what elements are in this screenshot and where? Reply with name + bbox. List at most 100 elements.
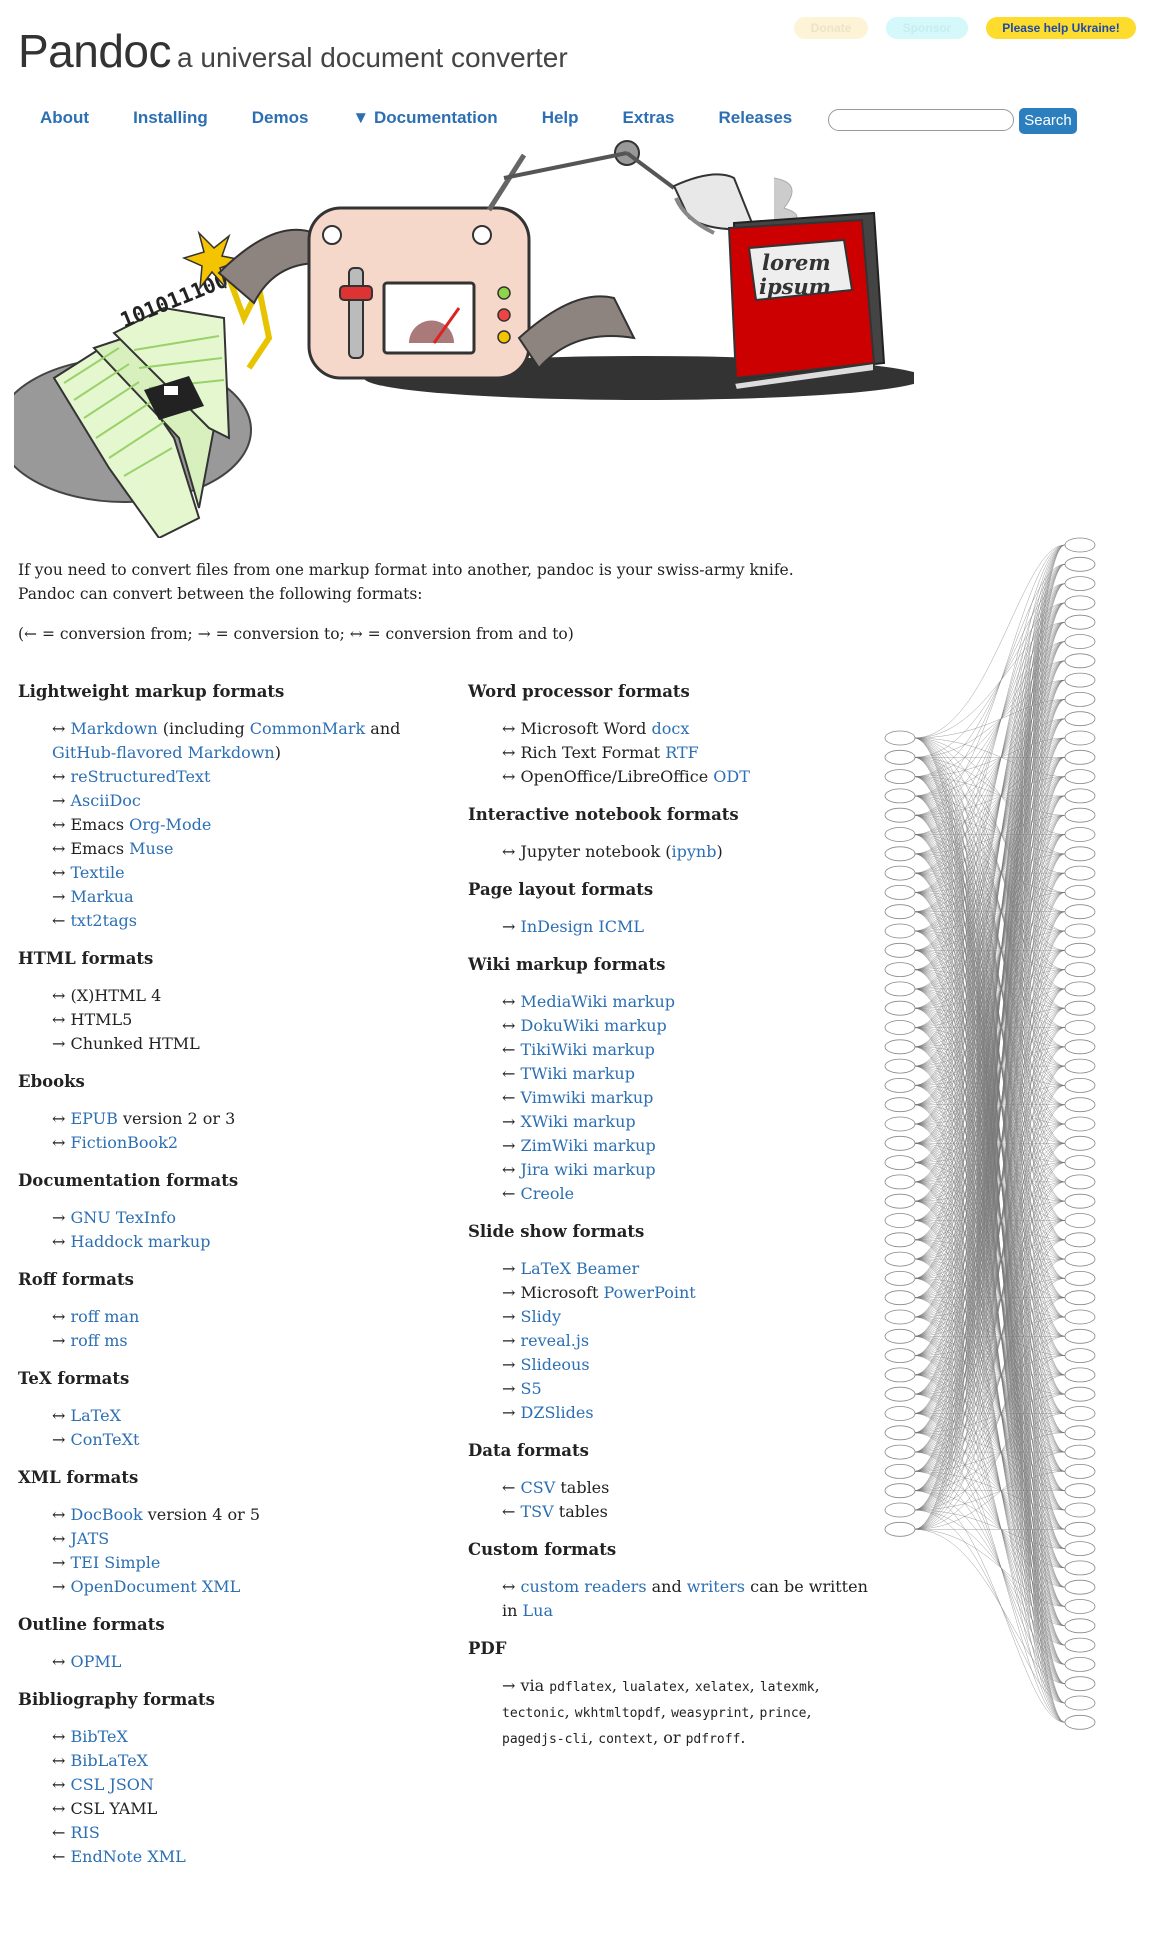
input-format-node [884,1078,916,1093]
search-input[interactable] [828,109,1014,131]
output-format-node [1064,1213,1096,1228]
help-ukraine-button[interactable]: Please help Ukraine! [986,17,1136,39]
format-item: ↔ CSL YAML [52,1797,428,1821]
output-format-node [1064,942,1096,958]
format-link-mediawiki-markup[interactable]: MediaWiki markup [521,992,676,1011]
format-link-org-mode[interactable]: Org-Mode [129,815,211,834]
format-link-jats[interactable]: JATS [71,1529,110,1548]
item-text: ↔ [502,1160,521,1179]
nav-installing[interactable]: Installing [133,108,208,128]
format-link-jira-wiki-markup[interactable]: Jira wiki markup [521,1160,656,1179]
format-link-dzslides[interactable]: DZSlides [521,1403,594,1422]
format-item: ↔ BibLaTeX [52,1749,428,1773]
format-link-muse[interactable]: Muse [129,839,173,858]
format-link-slidy[interactable]: Slidy [521,1307,561,1326]
item-text: ↔ (X)HTML 4 [52,986,162,1005]
format-link-xwiki-markup[interactable]: XWiki markup [521,1112,636,1131]
format-list: ← CSV tables ← TSV tables [502,1476,878,1524]
format-link-commonmark[interactable]: CommonMark [250,719,365,738]
nav-demos[interactable]: Demos [252,108,309,128]
category-roff-formats: Roff formats [18,1270,134,1289]
format-link-rtf[interactable]: RTF [665,743,699,762]
format-link-dokuwiki-markup[interactable]: DokuWiki markup [521,1016,667,1035]
format-link-bibtex[interactable]: BibTeX [71,1727,128,1746]
nav-about[interactable]: About [40,108,89,128]
format-link-csl-json[interactable]: CSL JSON [71,1775,154,1794]
format-link-opml[interactable]: OPML [71,1652,122,1671]
format-link-asciidoc[interactable]: AsciiDoc [71,791,141,810]
format-link-creole[interactable]: Creole [521,1184,575,1203]
format-link-custom-readers[interactable]: custom readers [521,1577,647,1596]
format-link-slideous[interactable]: Slideous [521,1355,590,1374]
format-link-opendocument-xml[interactable]: OpenDocument XML [71,1577,241,1596]
site-tagline: a universal document converter [177,42,568,73]
output-format-node [1064,749,1096,765]
format-item: → LaTeX Beamer [502,1257,878,1281]
nav-extras[interactable]: Extras [623,108,675,128]
output-format-node [1064,1039,1096,1055]
item-text: , or [653,1728,686,1747]
format-link-csv[interactable]: CSV [521,1478,556,1497]
format-link-docbook[interactable]: DocBook [71,1505,143,1524]
format-link-markua[interactable]: Markua [71,887,134,906]
format-link-markdown[interactable]: Markdown [71,719,158,738]
format-link-tikiwiki-markup[interactable]: TikiWiki markup [521,1040,655,1059]
nav-releases[interactable]: Releases [719,108,793,128]
format-link-biblatex[interactable]: BibLaTeX [71,1751,149,1770]
format-link-reveal-js[interactable]: reveal.js [521,1331,590,1350]
pdf-engine: prince [759,1706,807,1721]
format-link-github-flavored-markdown[interactable]: GitHub-flavored Markdown [52,743,275,762]
format-link-fictionbook2[interactable]: FictionBook2 [71,1133,179,1152]
format-link-docx[interactable]: docx [651,719,689,738]
nav-help[interactable]: Help [542,108,579,128]
search-button[interactable]: Search [1019,108,1077,134]
format-item: → ConTeXt [52,1428,428,1452]
format-item: → Slidy [502,1305,878,1329]
nav-documentation[interactable]: ▼ Documentation [352,108,497,128]
format-link-twiki-markup[interactable]: TWiki markup [521,1064,635,1083]
format-link-epub[interactable]: EPUB [71,1109,118,1128]
hero-illustration: 10101110001 lorem ipsum [14,140,914,538]
format-link-tei-simple[interactable]: TEI Simple [71,1553,161,1572]
format-link-odt[interactable]: ODT [713,767,750,786]
format-link-haddock-markup[interactable]: Haddock markup [71,1232,211,1251]
output-format-node [1064,1541,1096,1556]
format-link-ipynb[interactable]: ipynb [672,842,717,861]
format-link-txt2tags[interactable]: txt2tags [71,911,137,930]
format-link-ris[interactable]: RIS [71,1823,100,1842]
format-item: ← CSV tables [502,1476,878,1500]
format-link-powerpoint[interactable]: PowerPoint [604,1283,696,1302]
format-link-tsv[interactable]: TSV [521,1502,554,1521]
sponsor-button[interactable]: Sponsor [886,17,968,39]
format-link-writers[interactable]: writers [687,1577,745,1596]
site-title[interactable]: Pandoc [18,25,172,77]
format-column-1: Lightweight markup formats ↔ Markdown (in… [18,682,428,1885]
input-format-node [884,1213,916,1228]
format-item: → Markua [52,885,428,909]
donate-button[interactable]: Donate [794,17,868,39]
format-link-gnu-texinfo[interactable]: GNU TexInfo [71,1208,176,1227]
pdf-engine: pagedjs-cli [502,1732,589,1747]
format-link-endnote-xml[interactable]: EndNote XML [71,1847,186,1866]
format-link-roff-ms[interactable]: roff ms [71,1331,128,1350]
item-text: ↔ [52,1133,71,1152]
format-link-textile[interactable]: Textile [71,863,125,882]
format-list: → GNU TexInfo ↔ Haddock markup [52,1206,428,1254]
format-link-vimwiki-markup[interactable]: Vimwiki markup [521,1088,654,1107]
format-link-context[interactable]: ConTeXt [71,1430,140,1449]
format-link-latex[interactable]: LaTeX [71,1406,121,1425]
format-link-indesign-icml[interactable]: InDesign ICML [521,917,644,936]
format-item: ↔ BibTeX [52,1725,428,1749]
pdf-engine: wkhtmltopdf [574,1706,661,1721]
format-link-s5[interactable]: S5 [521,1379,542,1398]
item-text: → Microsoft [502,1283,604,1302]
format-link-roff-man[interactable]: roff man [71,1307,140,1326]
input-format-node [884,1425,916,1441]
format-link-lua[interactable]: Lua [523,1601,553,1620]
format-link-zimwiki-markup[interactable]: ZimWiki markup [521,1136,656,1155]
format-link-latex-beamer[interactable]: LaTeX Beamer [521,1259,640,1278]
format-link-restructuredtext[interactable]: reStructuredText [71,767,211,786]
input-format-node [884,904,916,920]
output-format-node [1064,1232,1096,1248]
input-format-node [884,1464,916,1479]
